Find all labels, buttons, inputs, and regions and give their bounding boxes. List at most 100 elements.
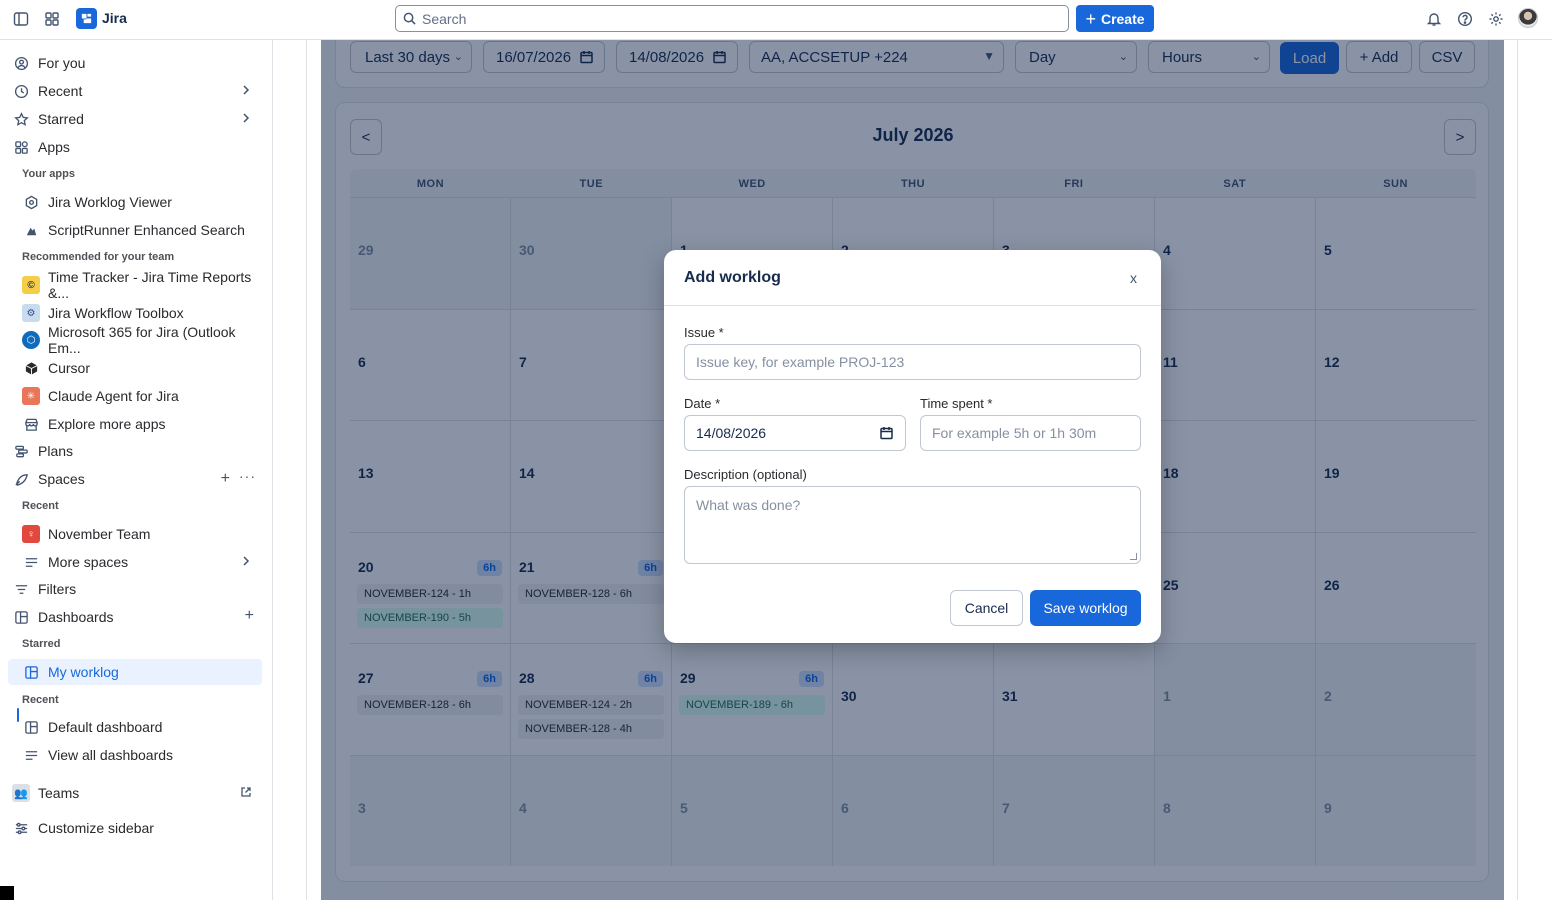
help-icon[interactable]: [1455, 9, 1475, 29]
sidebar-item-spaces[interactable]: Spaces + ···: [8, 466, 262, 492]
sidebar-item-november-team[interactable]: ♀ November Team: [8, 521, 262, 547]
sidebar-item-label: Customize sidebar: [38, 820, 154, 836]
sidebar-item-label: For you: [38, 55, 86, 71]
sidebar-item-label: Apps: [38, 139, 70, 155]
user-avatar[interactable]: [1518, 8, 1538, 28]
dash-recent-heading: Recent: [22, 694, 59, 706]
add-worklog-dialog: Add worklog x Issue * Issue key, for exa…: [664, 250, 1161, 643]
time-spent-label: Time spent *: [920, 396, 993, 411]
add-dashboard-icon[interactable]: +: [245, 607, 254, 625]
date-label: Date *: [684, 396, 721, 411]
divider: [1517, 40, 1518, 900]
plans-icon: [12, 442, 30, 460]
sidebar-item-microsoft-365[interactable]: ⬡ Microsoft 365 for Jira (Outlook Em...: [8, 324, 262, 356]
cursor-cube-icon: [22, 359, 40, 377]
sidebar-item-apps[interactable]: Apps: [8, 134, 262, 160]
time-tracker-icon: ©: [22, 276, 40, 294]
sidebar: For you Recent Starred Apps Your apps Ji…: [0, 40, 273, 900]
sidebar-item-for-you[interactable]: For you: [8, 50, 262, 76]
jira-logo-icon[interactable]: [76, 8, 97, 29]
chevron-right-icon[interactable]: [240, 83, 252, 100]
sidebar-item-cursor[interactable]: Cursor: [8, 355, 262, 381]
star-icon: [12, 110, 30, 128]
spaces-icon: [12, 470, 30, 488]
divider: [306, 40, 307, 900]
more-options-icon[interactable]: ···: [239, 468, 256, 484]
november-team-icon: ♀: [22, 525, 40, 543]
teams-icon: 👥: [12, 784, 30, 802]
calendar-icon[interactable]: [880, 426, 893, 443]
description-textarea[interactable]: What was done?: [684, 486, 1141, 564]
recommended-heading: Recommended for your team: [22, 251, 175, 263]
issue-placeholder: Issue key, for example PROJ-123: [696, 354, 905, 370]
description-label: Description (optional): [684, 467, 807, 482]
sidebar-item-explore-apps[interactable]: Explore more apps: [8, 411, 262, 437]
sidebar-item-more-spaces[interactable]: More spaces: [8, 549, 262, 575]
search-placeholder: Search: [422, 10, 467, 27]
sidebar-item-label: Recent: [38, 83, 83, 99]
app-switcher-icon[interactable]: [42, 9, 62, 29]
search-input[interactable]: Search: [395, 5, 1069, 32]
plus-icon: +: [1085, 8, 1096, 29]
create-label: Create: [1100, 10, 1145, 27]
notifications-bell-icon[interactable]: [1424, 9, 1444, 29]
issue-input[interactable]: Issue key, for example PROJ-123: [684, 344, 1141, 380]
settings-gear-icon[interactable]: [1486, 9, 1506, 29]
sidebar-item-view-all-dashboards[interactable]: View all dashboards: [8, 742, 262, 768]
sidebar-item-my-worklog[interactable]: My worklog: [8, 659, 262, 685]
sidebar-item-label: Teams: [38, 785, 80, 801]
search-icon: [403, 12, 416, 28]
sidebar-item-label: Microsoft 365 for Jira (Outlook Em...: [48, 324, 236, 356]
external-link-icon[interactable]: [240, 785, 252, 801]
hexagon-icon: [22, 193, 40, 211]
sidebar-toggle-icon[interactable]: [11, 9, 31, 29]
app-name[interactable]: Jira: [102, 10, 127, 26]
sidebar-item-worklog-viewer[interactable]: Jira Worklog Viewer: [8, 189, 262, 215]
chevron-right-icon[interactable]: [240, 111, 252, 128]
time-spent-input[interactable]: For example 5h or 1h 30m: [920, 415, 1141, 451]
dash-starred-heading: Starred: [22, 638, 61, 650]
cancel-button[interactable]: Cancel: [950, 590, 1023, 626]
sidebar-item-dashboards[interactable]: Dashboards +: [8, 604, 262, 630]
clock-icon: [12, 82, 30, 100]
claude-sunburst-icon: ✳: [22, 387, 40, 405]
sidebar-item-label: Jira Worklog Viewer: [48, 194, 172, 210]
sidebar-item-label: More spaces: [48, 554, 129, 570]
dialog-header: Add worklog x: [664, 250, 1161, 306]
sidebar-item-label: Starred: [38, 111, 84, 127]
your-apps-heading: Your apps: [22, 168, 75, 180]
description-placeholder: What was done?: [696, 497, 801, 513]
sidebar-item-teams[interactable]: 👥 Teams: [8, 780, 262, 806]
sidebar-item-workflow-toolbox[interactable]: ⚙ Jira Workflow Toolbox: [8, 300, 262, 326]
sidebar-item-label: Time Tracker - Jira Time Reports &...: [48, 269, 252, 301]
sidebar-item-label: Claude Agent for Jira: [48, 388, 179, 404]
spaces-recent-heading: Recent: [22, 500, 59, 512]
sidebar-item-recent[interactable]: Recent: [8, 78, 262, 104]
sidebar-item-label: Filters: [38, 581, 77, 597]
chevron-right-icon[interactable]: [240, 554, 252, 571]
issue-label: Issue *: [684, 325, 724, 340]
window-corner: [0, 886, 14, 900]
sidebar-item-starred[interactable]: Starred: [8, 106, 262, 132]
user-circle-icon: [12, 54, 30, 72]
resize-handle-icon[interactable]: [1130, 553, 1137, 560]
create-button[interactable]: + Create: [1076, 5, 1154, 32]
sidebar-item-default-dashboard[interactable]: Default dashboard: [8, 714, 262, 740]
add-space-icon[interactable]: +: [221, 470, 230, 488]
close-button[interactable]: x: [1130, 270, 1137, 286]
sidebar-item-plans[interactable]: Plans: [8, 438, 262, 464]
right-gutter: [1504, 40, 1552, 900]
filter-icon: [12, 580, 30, 598]
sidebar-item-customize[interactable]: Customize sidebar: [8, 815, 262, 841]
microsoft-365-icon: ⬡: [22, 331, 40, 349]
save-worklog-button[interactable]: Save worklog: [1030, 590, 1141, 626]
sidebar-item-label: Dashboards: [38, 609, 114, 625]
time-spent-placeholder: For example 5h or 1h 30m: [932, 425, 1097, 441]
sidebar-item-claude-agent[interactable]: ✳ Claude Agent for Jira: [8, 383, 262, 409]
sidebar-item-filters[interactable]: Filters: [8, 576, 262, 602]
sidebar-item-scriptrunner[interactable]: ScriptRunner Enhanced Search: [8, 217, 262, 243]
main-gutter: [273, 40, 321, 900]
sidebar-item-label: Jira Workflow Toolbox: [48, 305, 184, 321]
sidebar-item-time-tracker[interactable]: © Time Tracker - Jira Time Reports &...: [8, 269, 262, 301]
date-input[interactable]: 14/08/2026: [684, 415, 906, 451]
